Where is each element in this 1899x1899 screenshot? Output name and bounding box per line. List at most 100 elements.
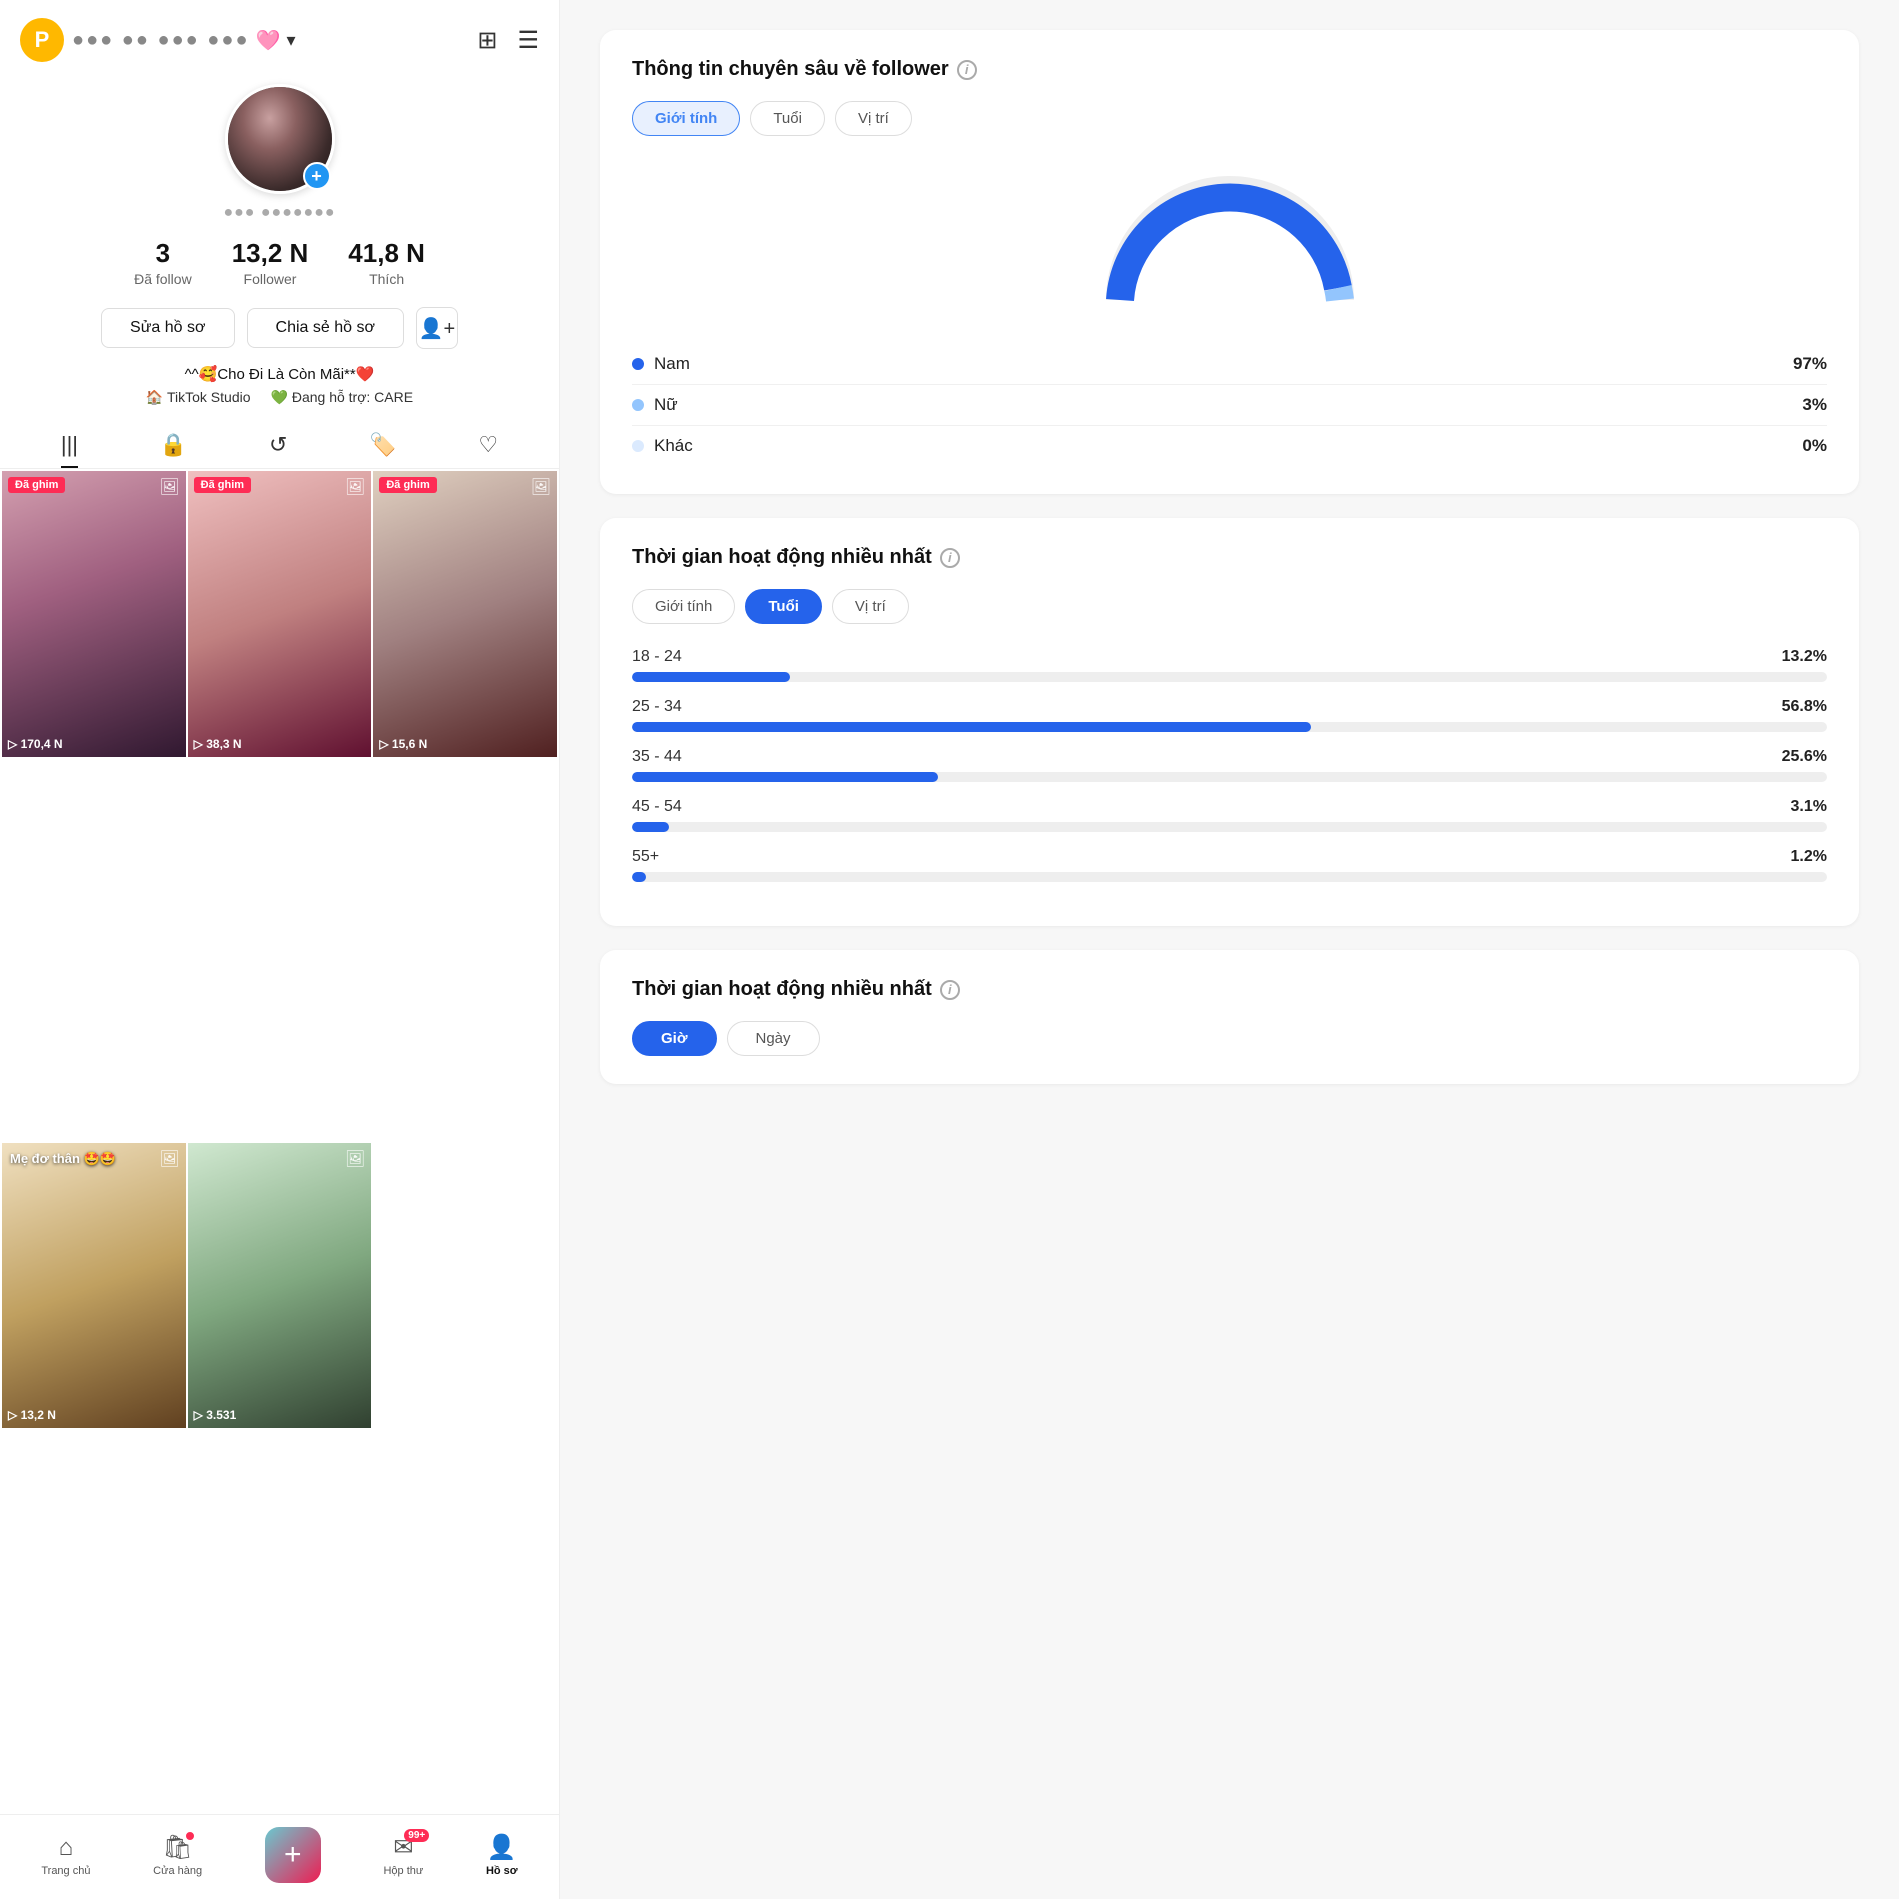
age-label-45-54: 45 - 54	[632, 798, 682, 816]
follower-info-icon[interactable]: i	[957, 60, 977, 80]
share-profile-button[interactable]: Chia sẻ hồ sơ	[247, 308, 404, 348]
image-icon: 🖼	[531, 477, 551, 497]
activity-title: Thời gian hoạt động nhiều nhất i	[632, 546, 1827, 569]
time-tab-day[interactable]: Ngày	[727, 1021, 820, 1056]
tab-private[interactable]: 🔒	[160, 432, 187, 468]
filter-tab-location[interactable]: Vị trí	[835, 101, 912, 136]
activity-tab-gender[interactable]: Giới tính	[632, 589, 735, 624]
username-area: ●●● ●● ●●● ●●● 🩷 ▾	[72, 28, 296, 53]
video-title: Mẹ đơ thân 🤩🤩	[10, 1151, 116, 1167]
calendar-icon[interactable]: ⊞	[477, 26, 497, 55]
tab-reposts[interactable]: ↺	[269, 432, 287, 468]
tab-videos[interactable]: |||	[61, 432, 78, 468]
tab-tagged[interactable]: 🏷️	[369, 432, 396, 468]
follower-title-text: Thông tin chuyên sâu về follower	[632, 58, 949, 81]
video-card[interactable]: 🖼 ▷ 3.531	[188, 1143, 372, 1429]
add-user-button[interactable]: 👤+	[416, 307, 458, 349]
nav-store-label: Cửa hàng	[153, 1865, 202, 1877]
filter-tab-gender[interactable]: Giới tính	[632, 101, 740, 136]
p-badge: P	[20, 18, 64, 62]
activity-card-age: Thời gian hoạt động nhiều nhất i Giới tí…	[600, 518, 1859, 926]
gender-dot-nu	[632, 399, 644, 411]
profile-section: + ●●● ●●●●●●● 3 Đã follow 13,2 N Followe…	[0, 74, 559, 414]
nav-inbox[interactable]: ✉ 99+ Hộp thư	[383, 1833, 423, 1877]
time-tab-hour[interactable]: Giờ	[632, 1021, 717, 1056]
age-row-25-34: 25 - 34 56.8%	[632, 698, 1827, 732]
age-bar-bg-35-44	[632, 772, 1827, 782]
create-button[interactable]: +	[265, 1827, 321, 1883]
gender-pct-nu: 3%	[1802, 395, 1827, 415]
age-bar-fill-18-24	[632, 672, 790, 682]
age-bar-fill-45-54	[632, 822, 669, 832]
gender-pct-khac: 0%	[1802, 436, 1827, 456]
activity2-title: Thời gian hoạt động nhiều nhất i	[632, 978, 1827, 1001]
activity-info-icon[interactable]: i	[940, 548, 960, 568]
bio-care-link[interactable]: 💚 Đang hỗ trợ: CARE	[271, 389, 414, 406]
age-header-55plus: 55+ 1.2%	[632, 848, 1827, 866]
nav-inbox-label: Hộp thư	[383, 1865, 423, 1877]
video-card[interactable]: Đã ghim 🖼 ▷ 170,4 N	[2, 471, 186, 757]
activity-tab-location[interactable]: Vị trí	[832, 589, 909, 624]
activity-title-text: Thời gian hoạt động nhiều nhất	[632, 546, 932, 569]
video-views: ▷ 38,3 N	[194, 737, 242, 751]
home-icon: ⌂	[59, 1834, 74, 1862]
activity-tab-age[interactable]: Tuổi	[745, 589, 822, 624]
video-card[interactable]: Đã ghim 🖼 ▷ 15,6 N	[373, 471, 557, 757]
age-pct-35-44: 25.6%	[1782, 748, 1827, 766]
followers-label: Follower	[244, 271, 297, 287]
activity-card-time: Thời gian hoạt động nhiều nhất i Giờ Ngà…	[600, 950, 1859, 1084]
username-emoji: 🩷	[256, 28, 281, 53]
video-views: ▷ 3.531	[194, 1408, 237, 1422]
nav-store[interactable]: 🛍 Cửa hàng	[153, 1833, 202, 1877]
video-card[interactable]: Đã ghim 🖼 ▷ 38,3 N	[188, 471, 372, 757]
bio-tiktok-link[interactable]: 🏠 TikTok Studio	[146, 389, 251, 406]
pinned-badge: Đã ghim	[379, 477, 436, 493]
activity2-info-icon[interactable]: i	[940, 980, 960, 1000]
likes-count: 41,8 N	[348, 238, 425, 269]
store-icon-wrap: 🛍	[162, 1833, 192, 1862]
filter-tab-age[interactable]: Tuổi	[750, 101, 825, 136]
edit-profile-button[interactable]: Sửa hồ sơ	[101, 308, 234, 348]
age-header-18-24: 18 - 24 13.2%	[632, 648, 1827, 666]
gender-left-nam: Nam	[632, 354, 690, 374]
follower-filter-tabs: Giới tính Tuổi Vị trí	[632, 101, 1827, 136]
age-label-35-44: 35 - 44	[632, 748, 682, 766]
image-icon: 🖼	[345, 1149, 365, 1169]
profile-icon: 👤	[487, 1833, 517, 1862]
age-label-25-34: 25 - 34	[632, 698, 682, 716]
gender-left-khac: Khác	[632, 436, 693, 456]
nav-create[interactable]: +	[265, 1827, 321, 1883]
image-icon: 🖼	[345, 477, 365, 497]
gender-name-nu: Nữ	[654, 395, 678, 415]
gender-row-khac: Khác 0%	[632, 426, 1827, 466]
age-header-35-44: 35 - 44 25.6%	[632, 748, 1827, 766]
age-pct-25-34: 56.8%	[1782, 698, 1827, 716]
video-card[interactable]: Mẹ đơ thân 🤩🤩 🖼 ▷ 13,2 N	[2, 1143, 186, 1429]
avatar-plus-button[interactable]: +	[303, 162, 331, 190]
pinned-badge: Đã ghim	[8, 477, 65, 493]
age-bar-fill-55plus	[632, 872, 646, 882]
image-icon: 🖼	[159, 477, 179, 497]
nav-profile[interactable]: 👤 Hồ sơ	[486, 1833, 518, 1877]
gender-pct-nam: 97%	[1793, 354, 1827, 374]
age-row-18-24: 18 - 24 13.2%	[632, 648, 1827, 682]
stat-followers: 13,2 N Follower	[232, 238, 309, 287]
bio-section: ^^🥰Cho Đi Là Còn Mãi**❤️ 🏠 TikTok Studio…	[146, 365, 413, 406]
age-bar-fill-25-34	[632, 722, 1311, 732]
gender-dot-khac	[632, 440, 644, 452]
activity-filter-tabs: Giới tính Tuổi Vị trí	[632, 589, 1827, 624]
menu-icon[interactable]: ☰	[517, 26, 539, 55]
bio-links: 🏠 TikTok Studio 💚 Đang hỗ trợ: CARE	[146, 389, 413, 406]
age-bar-bg-18-24	[632, 672, 1827, 682]
tab-liked[interactable]: ♡	[478, 432, 498, 468]
age-bars: 18 - 24 13.2% 25 - 34 56.8%	[632, 648, 1827, 882]
top-bar-right: ⊞ ☰	[477, 26, 539, 55]
age-pct-45-54: 3.1%	[1791, 798, 1827, 816]
image-icon: 🖼	[159, 1149, 179, 1169]
followers-count: 13,2 N	[232, 238, 309, 269]
nav-home[interactable]: ⌂ Trang chủ	[41, 1834, 90, 1877]
bottom-nav: ⌂ Trang chủ 🛍 Cửa hàng + ✉ 99+ Hộp thư 👤…	[0, 1814, 559, 1899]
left-panel: P ●●● ●● ●●● ●●● 🩷 ▾ ⊞ ☰ + ●●● ●●●●●●● 3…	[0, 0, 560, 1899]
chevron-down-icon[interactable]: ▾	[286, 30, 295, 51]
gender-dot-nam	[632, 358, 644, 370]
